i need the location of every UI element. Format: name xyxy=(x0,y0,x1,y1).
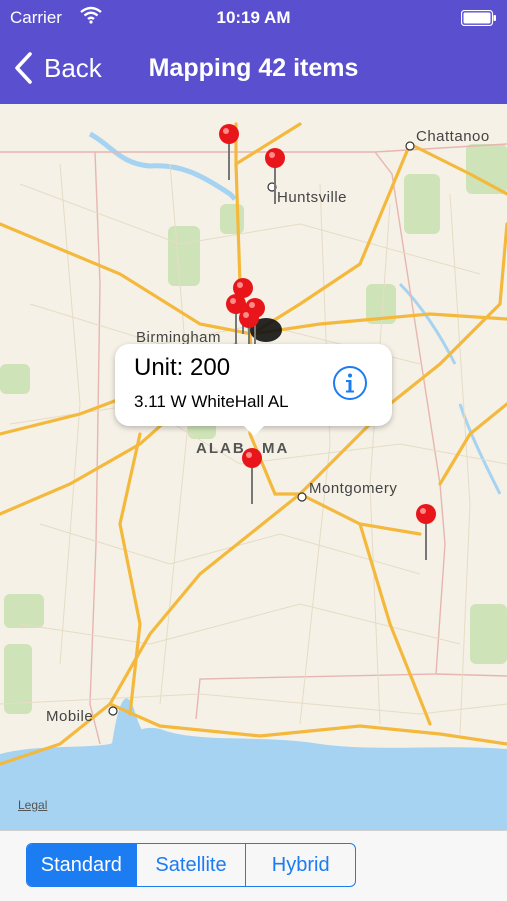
status-bar: Carrier 10:19 AM xyxy=(0,0,507,36)
city-label-mobile: Mobile xyxy=(46,708,94,725)
pin-callout[interactable]: Unit: 200 3.11 W WhiteHall AL xyxy=(115,344,392,436)
map-pin[interactable] xyxy=(414,502,438,562)
map-pin-selected[interactable] xyxy=(240,446,264,506)
navigation-bar: Back Mapping 42 items xyxy=(0,36,507,104)
status-time: 10:19 AM xyxy=(216,8,291,27)
info-icon[interactable] xyxy=(332,365,368,401)
segment-standard[interactable]: Standard xyxy=(27,844,137,886)
city-label-montgomery: Montgomery xyxy=(309,480,398,497)
segment-hybrid[interactable]: Hybrid xyxy=(246,844,355,886)
map-pin[interactable] xyxy=(217,122,241,182)
map-type-segmented-control: Standard Satellite Hybrid xyxy=(26,843,356,887)
city-label-chattanooga: Chattanoo xyxy=(416,128,490,145)
state-label-right: MA xyxy=(262,440,290,457)
map-view[interactable]: Chattanoo Huntsville Birmingham Montgome… xyxy=(0,104,507,830)
legal-link[interactable]: Legal xyxy=(18,798,47,812)
page-title: Mapping 42 items xyxy=(148,54,359,82)
map-pin[interactable] xyxy=(263,146,287,206)
battery-icon xyxy=(461,10,496,26)
callout-title: Unit: 200 xyxy=(134,354,231,381)
segment-satellite[interactable]: Satellite xyxy=(137,844,247,886)
callout-subtitle: 3.11 W WhiteHall AL xyxy=(134,392,289,411)
city-label-huntsville: Huntsville xyxy=(277,189,348,206)
state-label-left: ALAB xyxy=(196,440,246,457)
bottom-toolbar: Standard Satellite Hybrid xyxy=(0,830,507,901)
